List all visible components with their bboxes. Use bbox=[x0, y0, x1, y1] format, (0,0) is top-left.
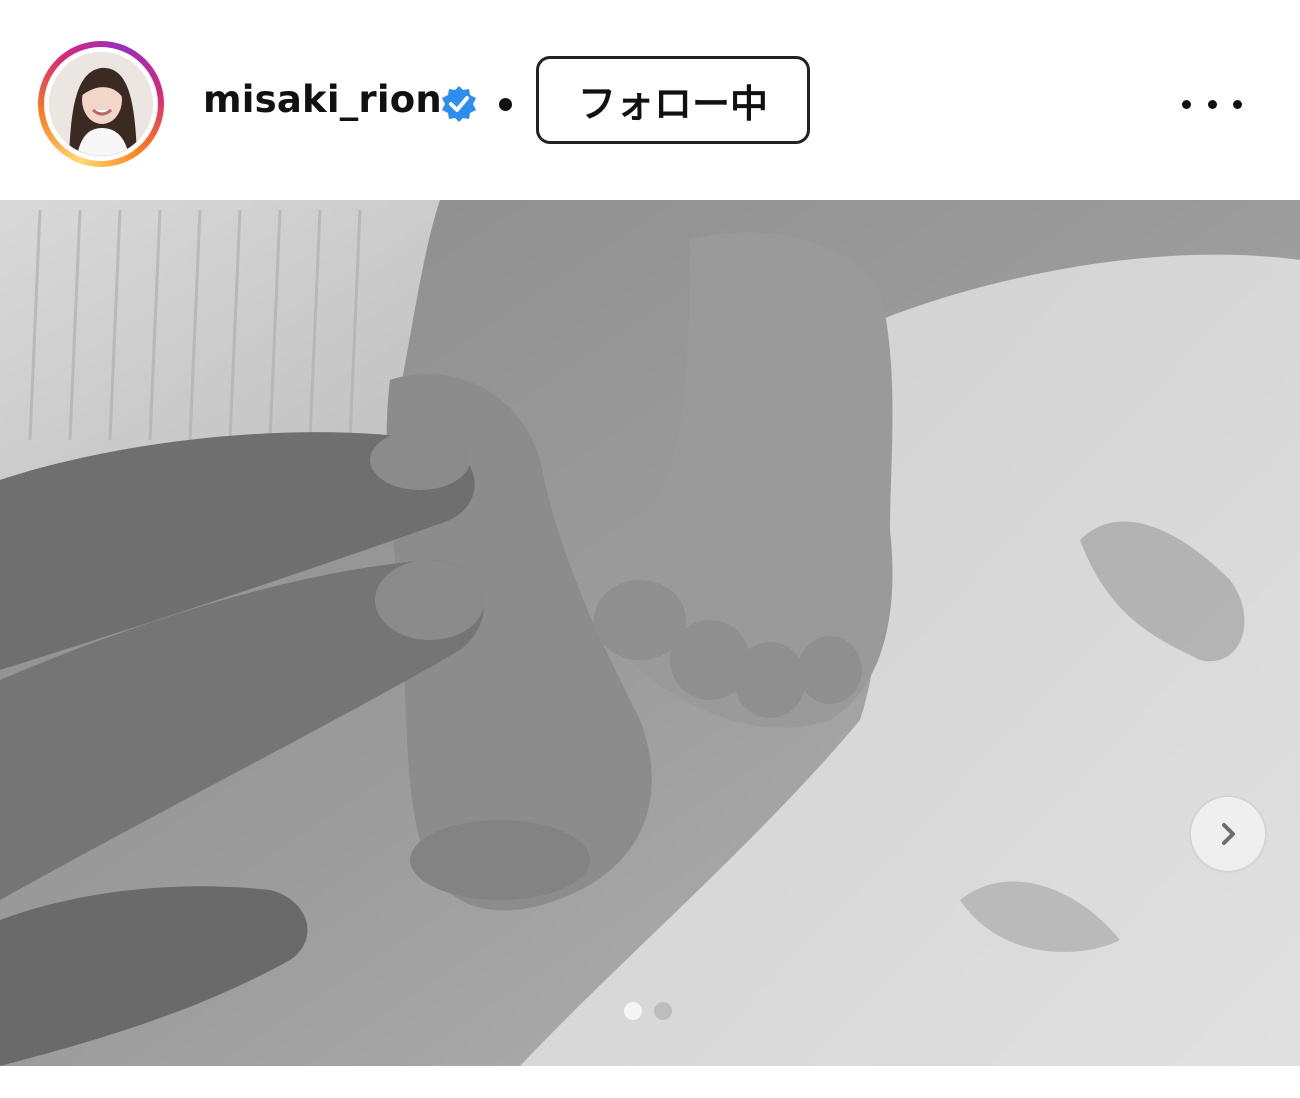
post-footer bbox=[0, 1066, 1300, 1098]
more-dot bbox=[1233, 99, 1242, 109]
username[interactable]: misaki_rion bbox=[203, 78, 442, 121]
carousel-dot-active bbox=[624, 1002, 642, 1020]
more-dot bbox=[1182, 99, 1191, 109]
more-dot bbox=[1207, 99, 1217, 109]
carousel-indicator bbox=[624, 1002, 678, 1020]
post-image-baby-feet bbox=[0, 200, 1300, 1066]
separator-dot bbox=[499, 98, 512, 111]
following-button-label: フォロー中 bbox=[577, 81, 768, 126]
verified-badge-icon bbox=[442, 86, 476, 122]
story-ring[interactable] bbox=[38, 41, 164, 167]
carousel-next-button[interactable] bbox=[1191, 797, 1265, 871]
avatar-image bbox=[49, 52, 153, 156]
avatar-gap bbox=[44, 47, 158, 161]
more-options-icon[interactable] bbox=[1182, 88, 1242, 120]
post-header: misaki_rion フォロー中 bbox=[0, 0, 1300, 200]
avatar[interactable] bbox=[49, 52, 153, 156]
post-photo[interactable] bbox=[0, 200, 1300, 1066]
carousel-dot bbox=[654, 1002, 672, 1020]
following-button[interactable]: フォロー中 bbox=[536, 56, 810, 144]
chevron-right-icon bbox=[1222, 823, 1235, 845]
